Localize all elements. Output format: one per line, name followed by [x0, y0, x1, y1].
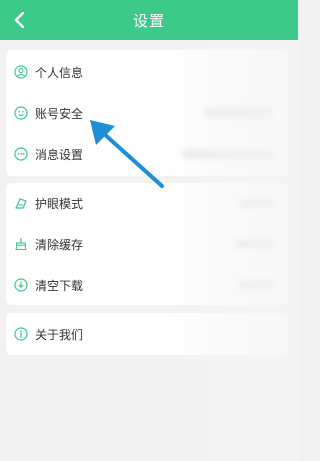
eye-care-icon	[15, 198, 27, 209]
user-circle-icon	[14, 65, 28, 79]
settings-item-value-blurred	[204, 108, 274, 118]
settings-item-value-blurred	[240, 198, 274, 208]
settings-item-personal-info[interactable]: 个人信息	[6, 52, 288, 92]
settings-item-label: 护眼模式	[35, 197, 84, 211]
settings-group-account: 个人信息 账号安全 消息设置	[6, 50, 288, 176]
settings-group-general: 护眼模式 清除缓存 清空下载	[6, 183, 288, 305]
smile-circle-icon	[14, 106, 28, 120]
chat-dots-icon	[14, 147, 28, 161]
settings-item-clear-downloads[interactable]: 清空下载	[6, 265, 288, 305]
settings-item-value-blurred	[182, 149, 274, 159]
settings-group-about: 关于我们	[6, 313, 288, 355]
settings-item-value-blurred	[234, 239, 274, 249]
settings-item-about-us[interactable]: 关于我们	[6, 314, 288, 354]
settings-item-message-settings[interactable]: 消息设置	[6, 134, 288, 174]
title-bar: 设置	[0, 0, 298, 40]
settings-item-eye-care-mode[interactable]: 护眼模式	[6, 183, 288, 223]
settings-item-account-security[interactable]: 账号安全	[6, 93, 288, 133]
chevron-left-icon	[14, 12, 25, 28]
download-clear-icon	[14, 278, 28, 292]
page-title: 设置	[132, 11, 165, 30]
settings-item-label: 关于我们	[35, 328, 84, 342]
settings-item-label: 清空下载	[35, 279, 84, 293]
back-button[interactable]	[6, 6, 34, 34]
settings-item-value-blurred	[238, 280, 274, 290]
settings-item-label: 消息设置	[35, 148, 84, 162]
settings-item-label: 个人信息	[35, 66, 84, 80]
settings-item-clear-cache[interactable]: 清除缓存	[6, 224, 288, 264]
settings-item-label: 账号安全	[35, 107, 84, 121]
settings-item-label: 清除缓存	[35, 238, 84, 252]
info-circle-icon	[14, 327, 28, 341]
cleanup-icon	[15, 237, 27, 251]
